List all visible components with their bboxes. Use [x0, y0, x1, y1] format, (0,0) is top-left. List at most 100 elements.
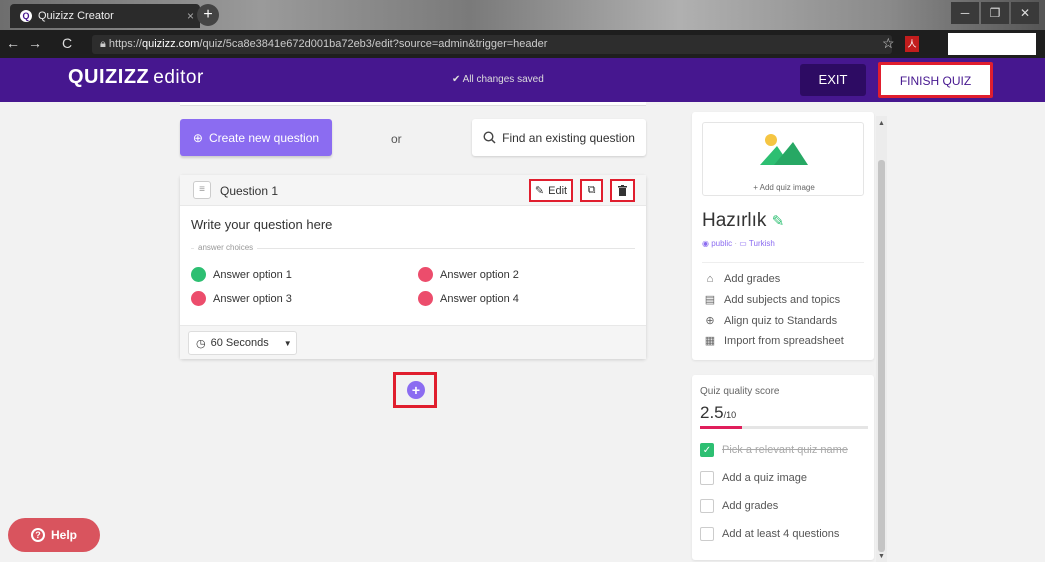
edit-question-button[interactable]: ✎ Edit — [529, 179, 573, 202]
answer-option[interactable]: Answer option 3 — [191, 291, 292, 306]
answer-label: Answer option 3 — [213, 292, 292, 305]
add-quiz-image-box[interactable]: + Add quiz image — [702, 122, 864, 196]
back-icon[interactable]: ← — [6, 35, 20, 51]
visibility-label[interactable]: public — [711, 239, 732, 248]
drag-handle-icon[interactable]: ≡ — [193, 181, 211, 199]
question-title: Question 1 — [220, 184, 279, 198]
scroll-down-icon[interactable]: ▼ — [876, 553, 887, 560]
checkbox-icon — [700, 527, 714, 541]
checklist-label: Add at least 4 questions — [722, 528, 840, 540]
pencil-icon: ✎ — [534, 185, 545, 197]
score-max: /10 — [723, 410, 737, 420]
copy-icon: ⧉ — [587, 184, 596, 196]
delete-question-button[interactable] — [610, 179, 635, 202]
browser-tab[interactable]: Q Quizizz Creator × — [10, 4, 200, 28]
lock-icon: 🔒︎ — [100, 38, 106, 50]
correct-dot-icon — [191, 267, 206, 282]
answer-option[interactable]: Answer option 4 — [418, 291, 519, 306]
answer-label: Answer option 4 — [440, 292, 519, 305]
extension-box — [948, 33, 1036, 55]
finish-quiz-button[interactable]: FINISH QUIZ — [878, 62, 993, 98]
quality-progress-bar — [700, 426, 868, 429]
checkbox-icon — [700, 499, 714, 513]
help-button[interactable]: ? Help — [8, 518, 100, 552]
address-bar-row: ← → C 🔒︎ https://quizizz.com/quiz/5ca8e3… — [0, 30, 1045, 58]
browser-tab-bar: Q Quizizz Creator × + ─ ❐ ✕ — [0, 0, 1045, 30]
quiz-settings-panel: + Add quiz image Hazırlık ✎ ◉ public · ▭… — [692, 112, 874, 360]
checkbox-icon — [700, 471, 714, 485]
eye-icon: ◉ — [702, 239, 709, 248]
question-mark-icon: ? — [30, 528, 45, 542]
help-label: Help — [50, 528, 77, 542]
or-label: or — [391, 132, 402, 146]
graduation-cap-icon: ⌂ — [706, 273, 714, 285]
quality-score: 2.5/10 — [700, 403, 736, 423]
scrollbar-thumb[interactable] — [878, 160, 885, 552]
logo-text: QUIZIZZ — [68, 66, 150, 88]
add-subjects-option[interactable]: ▤ Add subjects and topics — [704, 293, 840, 307]
editor-header: QUIZIZZ editor ✔ All changes saved EXIT F… — [0, 58, 1045, 102]
question-text[interactable]: Write your question here — [191, 217, 332, 232]
save-status: ✔ All changes saved — [452, 74, 544, 85]
quality-progress-fill — [700, 426, 742, 429]
answer-option[interactable]: Answer option 2 — [418, 267, 519, 282]
answer-label: Answer option 1 — [213, 268, 292, 281]
spreadsheet-icon: ▦ — [704, 335, 716, 347]
clock-icon: ◷ — [196, 337, 206, 350]
checklist-item[interactable]: Add a quiz image — [700, 471, 807, 485]
pdf-extension-icon[interactable]: 人 — [905, 36, 919, 52]
answer-choices-label: answer choices — [194, 243, 258, 252]
pencil-icon[interactable]: ✎ — [772, 213, 785, 230]
quiz-name[interactable]: Hazırlık ✎ — [702, 210, 784, 232]
option-label: Import from spreadsheet — [724, 334, 844, 347]
previous-card-edge — [180, 102, 646, 106]
forward-icon[interactable]: → — [28, 35, 42, 51]
duplicate-question-button[interactable]: ⧉ — [580, 179, 603, 202]
checklist-item[interactable]: ✓ Pick a relevant quiz name — [700, 443, 848, 457]
add-question-button[interactable]: + — [407, 381, 425, 399]
minimize-icon[interactable]: ─ — [951, 2, 979, 24]
time-limit-select[interactable]: ◷ 60 Seconds ▼ — [188, 331, 297, 355]
panel-divider — [702, 262, 864, 263]
quizizz-logo: QUIZIZZ editor — [68, 66, 204, 89]
book-icon: ▤ — [704, 294, 716, 306]
create-label: Create new question — [208, 130, 320, 145]
checklist-label: Pick a relevant quiz name — [722, 444, 848, 456]
url-prefix: https:// — [108, 38, 142, 50]
quiz-quality-panel: Quiz quality score 2.5/10 ✓ Pick a relev… — [692, 375, 874, 560]
add-grades-option[interactable]: ⌂ Add grades — [704, 273, 781, 285]
answer-option[interactable]: Answer option 1 — [191, 267, 292, 282]
close-window-icon[interactable]: ✕ — [1011, 2, 1039, 24]
incorrect-dot-icon — [418, 291, 433, 306]
restore-icon[interactable]: ❐ — [981, 2, 1009, 24]
window-controls: ─ ❐ ✕ — [951, 2, 1039, 24]
score-value: 2.5 — [700, 403, 724, 422]
url-path: /quiz/5ca8e3841e672d001ba72eb3/edit?sour… — [199, 38, 548, 50]
answer-divider — [191, 248, 635, 249]
logo-editor-text: editor — [153, 67, 204, 88]
import-spreadsheet-option[interactable]: ▦ Import from spreadsheet — [704, 334, 844, 348]
option-label: Align quiz to Standards — [724, 314, 838, 327]
panel-scrollbar[interactable]: ▲ ▼ — [876, 116, 887, 562]
time-label: 60 Seconds — [210, 337, 269, 349]
close-tab-icon[interactable]: × — [187, 9, 194, 23]
checklist-label: Add grades — [722, 500, 779, 512]
align-standards-option[interactable]: ⊕ Align quiz to Standards — [704, 314, 838, 328]
language-label[interactable]: Turkish — [749, 239, 775, 248]
create-new-question-button[interactable]: ⊕ Create new question — [180, 119, 332, 156]
scroll-up-icon[interactable]: ▲ — [876, 120, 887, 127]
checkbox-checked-icon: ✓ — [700, 443, 714, 457]
incorrect-dot-icon — [191, 291, 206, 306]
url-domain: quizizz.com — [141, 38, 200, 50]
reload-icon[interactable]: C — [62, 35, 72, 51]
checklist-item[interactable]: Add at least 4 questions — [700, 527, 839, 541]
trash-icon — [618, 185, 627, 196]
url-field[interactable]: 🔒︎ https://quizizz.com/quiz/5ca8e3841e67… — [92, 35, 892, 54]
new-tab-button[interactable]: + — [197, 4, 219, 26]
image-placeholder-icon — [760, 134, 808, 165]
option-label: Add grades — [724, 273, 781, 285]
exit-button[interactable]: EXIT — [800, 64, 866, 96]
checklist-item[interactable]: Add grades — [700, 499, 778, 513]
find-existing-question-button[interactable]: Find an existing question — [472, 119, 646, 156]
bookmark-star-icon[interactable]: ☆ — [882, 35, 895, 52]
